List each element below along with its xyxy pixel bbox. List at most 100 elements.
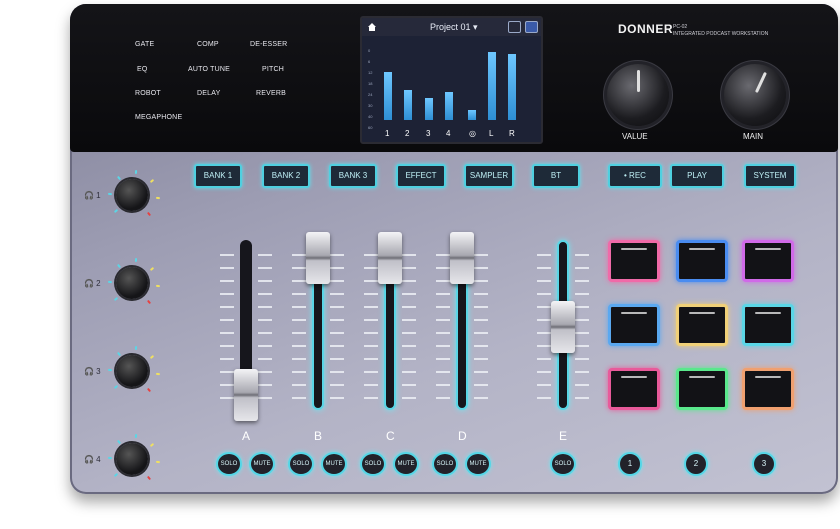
fader-tick [402, 345, 416, 347]
home-icon[interactable] [367, 22, 377, 32]
effect-gate[interactable]: GATE [135, 41, 154, 48]
fader-tick [364, 280, 378, 282]
mute-button[interactable]: MUTE [249, 452, 275, 476]
fader-tick [364, 384, 378, 386]
fader-cap[interactable] [378, 232, 402, 284]
fader-tick [330, 267, 344, 269]
fader-cap[interactable] [551, 301, 575, 353]
save-icon[interactable] [525, 21, 538, 33]
fader-tick [292, 397, 306, 399]
bank-2-button[interactable]: BANK 2 [262, 164, 310, 188]
fader-tick [537, 371, 551, 373]
brand-logo: DONNER [618, 22, 674, 36]
sample-pad[interactable] [608, 304, 660, 346]
level-indicator-dot [116, 175, 121, 180]
headphone-knob[interactable] [116, 355, 148, 387]
bank-1-button[interactable]: BANK 1 [194, 164, 242, 188]
solo-button[interactable]: SOLO [360, 452, 386, 476]
level-bar [445, 92, 453, 120]
fader-tick [537, 319, 551, 321]
mute-button[interactable]: MUTE [465, 452, 491, 476]
headphone-knob[interactable] [116, 267, 148, 299]
display-screen[interactable]: Project 01 ▾ 0 6 12 18 24 30 40 60 1 2 3 4 ◎ L R [360, 16, 543, 144]
solo-button[interactable]: SOLO [550, 452, 576, 476]
effect-reverb[interactable]: REVERB [256, 90, 286, 97]
screen-channel-label: R [509, 129, 515, 138]
fader-tick [220, 384, 234, 386]
headphone-knob[interactable] [116, 179, 148, 211]
effect-pitch[interactable]: PITCH [262, 66, 284, 73]
effect-comp[interactable]: COMP [197, 41, 219, 48]
fader-tick [258, 293, 272, 295]
sampler-button[interactable]: SAMPLER [464, 164, 514, 188]
channel-label: D [458, 429, 467, 443]
fader-tick [330, 358, 344, 360]
effect-auto-tune[interactable]: AUTO TUNE [188, 66, 230, 73]
fader-tick [258, 267, 272, 269]
effect-robot[interactable]: ROBOT [135, 90, 161, 97]
effect-delay[interactable]: DELAY [197, 90, 220, 97]
solo-button[interactable]: SOLO [432, 452, 458, 476]
main-knob[interactable] [724, 64, 786, 126]
project-title[interactable]: Project 01 ▾ [430, 22, 478, 33]
fader-tick [364, 358, 378, 360]
fader-tick [364, 267, 378, 269]
effect-megaphone[interactable]: MEGAPHONE [135, 114, 182, 121]
fader-tick [575, 332, 589, 334]
bt-button[interactable]: BT [532, 164, 580, 188]
fader-tick [474, 397, 488, 399]
fader-tick [537, 267, 551, 269]
mute-button[interactable]: MUTE [393, 452, 419, 476]
fader-cap[interactable] [306, 232, 330, 284]
sample-button-1[interactable]: 1 [618, 452, 642, 476]
fader-tick [330, 293, 344, 295]
level-bar [425, 98, 433, 120]
level-bar [468, 110, 476, 120]
fader-tick [292, 332, 306, 334]
solo-button[interactable]: SOLO [288, 452, 314, 476]
sample-pad[interactable] [676, 240, 728, 282]
fader-tick [474, 332, 488, 334]
play-button[interactable]: PLAY [670, 164, 724, 188]
fader-tick [436, 267, 450, 269]
headphone-knob[interactable] [116, 443, 148, 475]
mute-button[interactable]: MUTE [321, 452, 347, 476]
effect-button[interactable]: EFFECT [396, 164, 446, 188]
sample-pad[interactable] [608, 240, 660, 282]
sample-button-3[interactable]: 3 [752, 452, 776, 476]
fader-cap[interactable] [234, 369, 258, 421]
bank-3-button[interactable]: BANK 3 [329, 164, 377, 188]
level-indicator-dot [147, 388, 152, 393]
settings-icon[interactable] [508, 21, 521, 33]
fader-tick [292, 293, 306, 295]
effect-de-esser[interactable]: DE-ESSER [250, 41, 287, 48]
fader-cap[interactable] [450, 232, 474, 284]
headphone-label: 🎧 2 [84, 279, 101, 288]
fader-tick [364, 319, 378, 321]
sample-pad[interactable] [608, 368, 660, 410]
sample-pad[interactable] [742, 368, 794, 410]
sample-pad[interactable] [676, 368, 728, 410]
fader-tick [436, 371, 450, 373]
fader-tick [258, 319, 272, 321]
fader-tick [258, 397, 272, 399]
level-indicator-dot [107, 280, 113, 284]
fader-tick [330, 306, 344, 308]
solo-button[interactable]: SOLO [216, 452, 242, 476]
fader-tick [402, 254, 416, 256]
fader-tick [402, 384, 416, 386]
fader-tick [364, 306, 378, 308]
sample-button-2[interactable]: 2 [684, 452, 708, 476]
system-button[interactable]: SYSTEM [744, 164, 796, 188]
level-bar [404, 90, 412, 120]
sample-pad[interactable] [676, 304, 728, 346]
fader-tick [220, 280, 234, 282]
fader-tick [330, 280, 344, 282]
sample-pad[interactable] [742, 240, 794, 282]
rec-button[interactable]: • REC [608, 164, 662, 188]
fader-tick [220, 267, 234, 269]
level-indicator-dot [147, 476, 152, 481]
effect-eq[interactable]: EQ [137, 66, 148, 73]
value-knob[interactable] [607, 64, 669, 126]
sample-pad[interactable] [742, 304, 794, 346]
